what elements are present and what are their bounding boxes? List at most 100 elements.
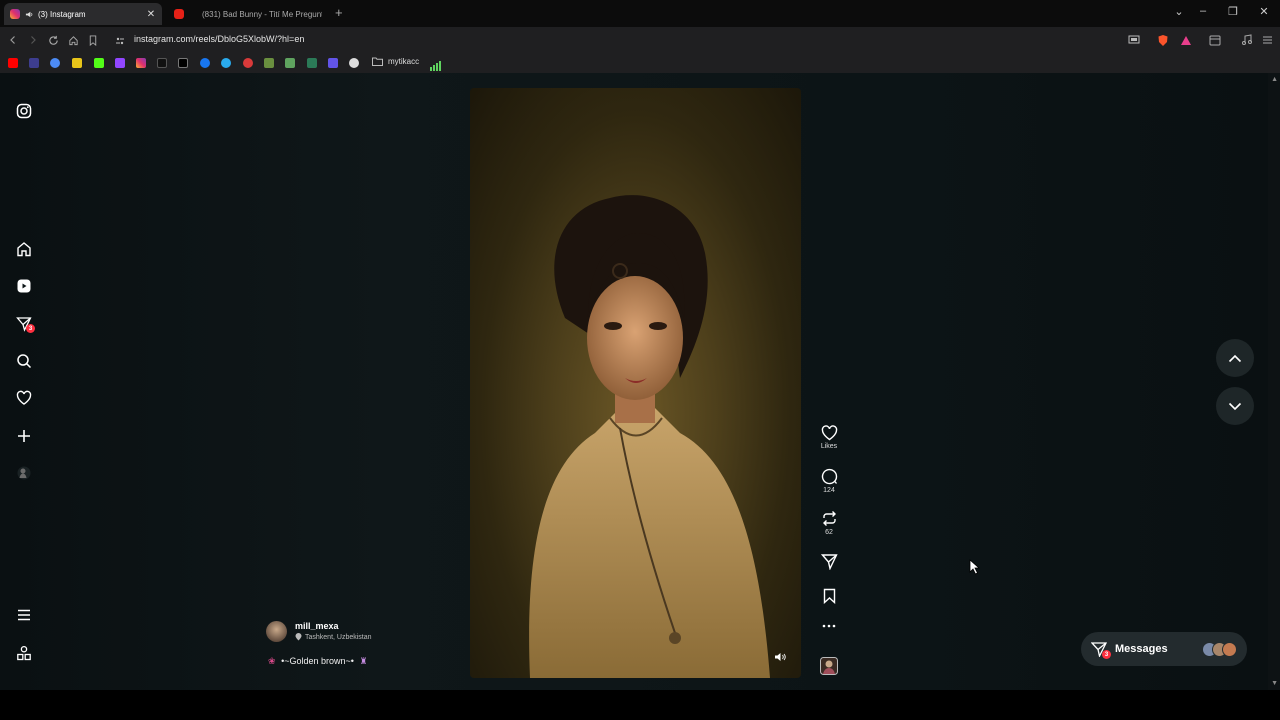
reels-nav-icon[interactable] bbox=[15, 277, 33, 295]
mute-toggle-icon[interactable] bbox=[774, 651, 786, 663]
bookmark-folder[interactable]: mytikacc bbox=[372, 57, 419, 66]
bookmark-icon[interactable] bbox=[822, 588, 837, 604]
bookmark-page-icon[interactable] bbox=[86, 33, 100, 47]
tab-list-chevron-icon[interactable]: ⌄ bbox=[1171, 5, 1187, 18]
restore-button[interactable]: ❐ bbox=[1225, 5, 1241, 18]
red-bookmark-icon[interactable] bbox=[243, 58, 253, 68]
create-plus-icon[interactable] bbox=[15, 427, 33, 445]
instagram-favicon-icon bbox=[10, 9, 20, 19]
back-icon[interactable] bbox=[6, 33, 20, 47]
profile-avatar-icon[interactable] bbox=[15, 464, 33, 482]
heart-icon[interactable] bbox=[821, 425, 838, 441]
chevron-down-icon bbox=[1228, 402, 1242, 410]
next-reel-button[interactable] bbox=[1216, 387, 1254, 425]
location-text: Tashkent, Uzbekistan bbox=[305, 633, 372, 641]
telegram-bookmark-icon[interactable] bbox=[221, 58, 231, 68]
share-icon[interactable] bbox=[820, 553, 838, 570]
search-icon[interactable] bbox=[15, 352, 33, 370]
reel-video-frame bbox=[529, 195, 770, 678]
green-bookmark-icon[interactable] bbox=[264, 58, 274, 68]
sidebar-toggle-icon[interactable] bbox=[1208, 33, 1222, 47]
repost-icon[interactable] bbox=[821, 510, 838, 527]
speaker-icon[interactable] bbox=[25, 10, 34, 19]
new-tab-button[interactable]: + bbox=[335, 5, 343, 20]
bottom-strip bbox=[0, 690, 1280, 720]
messages-badge: 3 bbox=[1102, 650, 1111, 659]
gemini-bookmark-icon[interactable] bbox=[50, 58, 60, 68]
tab-title: (831) Bad Bunny - Tití Me Preguntó ( bbox=[202, 9, 322, 19]
address-bar: instagram.com/reels/DbloG5XlobW/?hl=en bbox=[0, 27, 1280, 53]
globe-bookmark-icon[interactable] bbox=[349, 58, 359, 68]
tab-title: (3) Instagram bbox=[38, 9, 86, 19]
notifications-heart-icon[interactable] bbox=[15, 389, 33, 407]
purple-bookmark-icon[interactable] bbox=[328, 58, 338, 68]
share-action[interactable] bbox=[812, 553, 846, 570]
comment-icon[interactable] bbox=[821, 468, 838, 485]
prime-bookmark-icon[interactable] bbox=[29, 58, 39, 68]
slides-bookmark-icon[interactable] bbox=[72, 58, 82, 68]
creator-avatar[interactable] bbox=[266, 621, 287, 642]
reposts-count: 62 bbox=[825, 529, 833, 536]
previous-reel-button[interactable] bbox=[1216, 339, 1254, 377]
forward-icon[interactable] bbox=[26, 33, 40, 47]
chevron-up-icon bbox=[1228, 354, 1242, 362]
instagram-reels-page: 3 Likes 124 62 mill_mexa Tashkent, Uzbek… bbox=[0, 73, 1280, 690]
creator-username[interactable]: mill_mexa bbox=[295, 621, 372, 631]
creator-info[interactable]: mill_mexa Tashkent, Uzbekistan bbox=[266, 621, 372, 642]
creator-location[interactable]: Tashkent, Uzbekistan bbox=[295, 633, 372, 641]
close-tab-icon[interactable]: ✕ bbox=[146, 9, 156, 20]
tiktok-bookmark-icon[interactable] bbox=[157, 58, 167, 68]
repost-action[interactable]: 62 bbox=[812, 510, 846, 536]
youtube-favicon-icon bbox=[174, 9, 184, 19]
like-action[interactable]: Likes bbox=[812, 425, 846, 450]
audio-track-icon[interactable] bbox=[820, 657, 838, 675]
twitch-bookmark-icon[interactable] bbox=[115, 58, 125, 68]
mouse-cursor-icon bbox=[969, 559, 981, 575]
instagram-logo-icon[interactable] bbox=[15, 102, 33, 120]
page-scrollbar[interactable]: ▲ ▼ bbox=[1268, 73, 1280, 690]
home-nav-icon[interactable] bbox=[15, 240, 33, 258]
save-action[interactable] bbox=[812, 588, 846, 604]
reload-icon[interactable] bbox=[46, 33, 60, 47]
url-text[interactable]: instagram.com/reels/DbloG5XlobW/?hl=en bbox=[134, 34, 304, 44]
reel-caption: ❀ •~Golden brown~• ♜ bbox=[268, 656, 368, 667]
instagram-bookmark-icon[interactable] bbox=[136, 58, 146, 68]
scroll-up-icon[interactable]: ▲ bbox=[1271, 76, 1278, 83]
folder-icon bbox=[372, 57, 383, 66]
browser-tab-bar: (3) Instagram ✕ (831) Bad Bunny - Tití M… bbox=[0, 0, 1280, 27]
location-pin-icon bbox=[295, 633, 302, 641]
x-bookmark-icon[interactable] bbox=[178, 58, 188, 68]
notification-badge: 3 bbox=[26, 324, 35, 333]
youtube-bookmark-icon[interactable] bbox=[8, 58, 18, 68]
comments-count: 124 bbox=[823, 487, 835, 494]
more-options-icon[interactable] bbox=[822, 624, 836, 628]
rose-emoji-icon: ❀ bbox=[268, 656, 276, 666]
comment-action[interactable]: 124 bbox=[812, 468, 846, 494]
audio-thumbnail[interactable] bbox=[812, 657, 846, 675]
brave-shield-icon[interactable] bbox=[1156, 33, 1170, 47]
site-info-icon[interactable] bbox=[115, 33, 125, 51]
message-avatar bbox=[1222, 641, 1237, 657]
also-from-meta-icon[interactable] bbox=[15, 644, 33, 662]
facebook-bookmark-icon[interactable] bbox=[200, 58, 210, 68]
browser-menu-icon[interactable] bbox=[1260, 33, 1274, 47]
cast-icon[interactable] bbox=[1127, 33, 1141, 47]
close-window-button[interactable]: ✕ bbox=[1256, 5, 1272, 18]
media-control-icon[interactable] bbox=[1240, 33, 1254, 47]
brave-rewards-icon[interactable] bbox=[1179, 33, 1193, 47]
direct-messages-nav-icon[interactable]: 3 bbox=[15, 315, 35, 333]
more-options-action[interactable] bbox=[812, 624, 846, 628]
reel-video[interactable] bbox=[470, 88, 801, 678]
tab-instagram[interactable]: (3) Instagram ✕ bbox=[4, 3, 162, 25]
home-icon[interactable] bbox=[66, 33, 80, 47]
chess-bookmark-icon[interactable] bbox=[285, 58, 295, 68]
kick-bookmark-icon[interactable] bbox=[94, 58, 104, 68]
caption-text: •~Golden brown~• bbox=[281, 656, 354, 666]
arrow-bookmark-icon[interactable] bbox=[307, 58, 317, 68]
messages-button[interactable]: 3 Messages bbox=[1081, 632, 1247, 666]
signal-bookmark-icon[interactable] bbox=[430, 58, 441, 71]
more-menu-icon[interactable] bbox=[15, 606, 33, 624]
minimize-button[interactable]: – bbox=[1195, 5, 1211, 17]
tab-youtube[interactable]: (831) Bad Bunny - Tití Me Preguntó ( bbox=[168, 3, 328, 25]
scroll-down-icon[interactable]: ▼ bbox=[1271, 680, 1278, 687]
